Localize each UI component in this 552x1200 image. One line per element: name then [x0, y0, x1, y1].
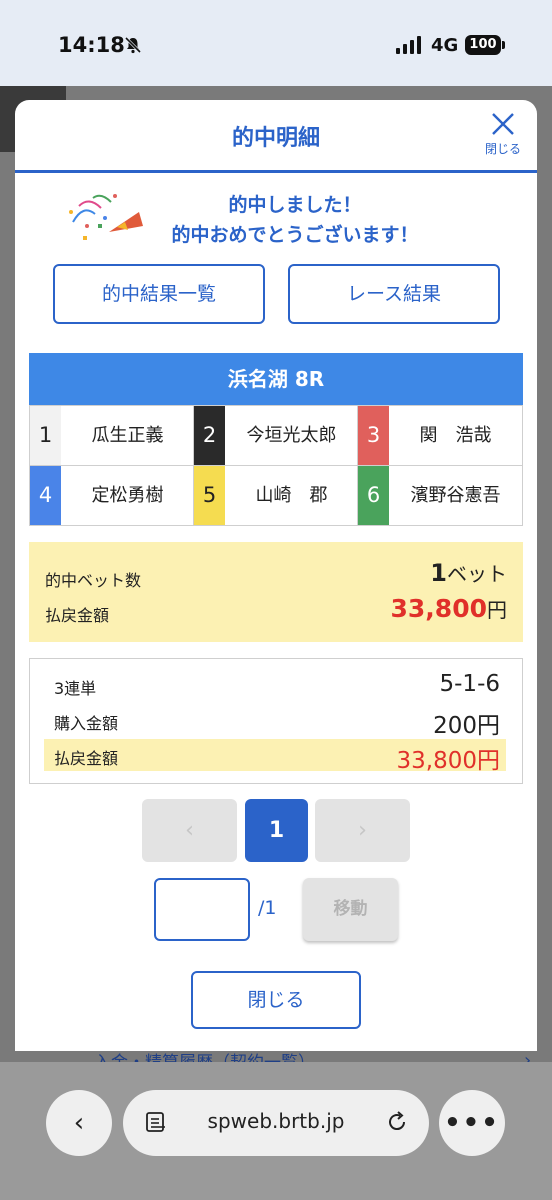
racer-number: 2 [194, 406, 225, 465]
status-time: 14:18 [58, 33, 125, 57]
modal-title: 的中明細 [231, 126, 320, 151]
racer-cell: 3 関 浩哉 [358, 406, 522, 466]
bet-type-row: 3連単 5-1-6 [44, 669, 506, 701]
racer-name: 山崎 郡 [255, 485, 328, 506]
detail-payout-row: 払戻金額 33,800円 [44, 739, 506, 774]
racer-cell: 6 濱野谷憲吾 [358, 466, 522, 526]
hit-list-button[interactable]: 的中結果一覧 [53, 264, 265, 324]
status-bar: 14:18 4G 100 [0, 0, 552, 86]
hit-bets-unit: ベット [447, 562, 507, 586]
back-button[interactable]: ‹ [46, 1090, 112, 1156]
racer-name: 濱野谷憲吾 [410, 485, 501, 506]
racer-cell: 4 定松勇樹 [30, 466, 194, 526]
move-button[interactable]: 移動 [303, 878, 398, 941]
more-icon: ••• [444, 1108, 500, 1138]
hit-summary: 的中ベット数 1ベット 払戻金額 33,800円 [29, 542, 523, 642]
detail-payout-value: 33,800円 [396, 748, 500, 774]
hit-message-line1: 的中しました！ [228, 194, 362, 216]
racer-number: 4 [30, 466, 61, 525]
hit-bets-label: 的中ベット数 [45, 571, 142, 590]
payout-label: 払戻金額 [45, 606, 110, 625]
bet-detail: 3連単 5-1-6 購入金額 200円 払戻金額 33,800円 [29, 658, 523, 784]
racer-number: 5 [194, 466, 225, 525]
network-type: 4G [431, 35, 459, 56]
more-button[interactable]: ••• [439, 1090, 505, 1156]
close-button[interactable]: 閉じる [477, 110, 529, 162]
page-number-input[interactable] [154, 878, 250, 941]
bell-muted-icon [124, 36, 142, 54]
race-result-button[interactable]: レース結果 [288, 264, 500, 324]
payout-value: 33,800円 [391, 594, 507, 623]
hit-message-line2: 的中おめでとうございます！ [171, 224, 419, 246]
racer-cell: 2 今垣光太郎 [194, 406, 358, 466]
bet-type-label: 3連単 [54, 679, 97, 698]
hit-bets-value: 1ベット [430, 558, 507, 587]
url-text: spweb.brtb.jp [207, 1109, 345, 1133]
racer-cell: 1 瓜生正義 [30, 406, 194, 466]
hit-message: 的中しました！ 的中おめでとうございます！ [145, 190, 445, 250]
close-modal-button[interactable]: 閉じる [191, 971, 361, 1029]
bet-type-value: 5-1-6 [439, 671, 501, 697]
hit-bets-count: 1 [430, 559, 447, 587]
racer-name: 関 浩哉 [419, 425, 492, 446]
title-divider [15, 170, 537, 173]
address-bar[interactable]: spweb.brtb.jp [123, 1090, 429, 1156]
payout-unit: 円 [487, 598, 507, 622]
payout-amount: 33,800 [390, 594, 487, 623]
page-total: /1 [258, 897, 277, 919]
racer-cell: 5 山崎 郡 [194, 466, 358, 526]
current-page-button[interactable]: 1 [245, 799, 308, 862]
racer-table: 1 瓜生正義 2 今垣光太郎 3 関 浩哉 4 定松勇樹 5 山崎 郡 6 濱野… [29, 405, 523, 526]
party-popper-icon [69, 194, 143, 240]
purchase-row: 購入金額 200円 [44, 704, 506, 739]
racer-name: 定松勇樹 [91, 485, 164, 506]
racer-name: 今垣光太郎 [246, 425, 337, 446]
purchase-value: 200円 [433, 713, 500, 739]
racer-number: 1 [30, 406, 61, 465]
racer-name: 瓜生正義 [91, 425, 164, 446]
close-label: 閉じる [484, 142, 521, 156]
racer-number: 6 [358, 466, 389, 525]
hit-detail-modal: 的中明細 閉じる 的中しました！ 的中おめでとうございます！ 的中結果一覧 レー… [15, 100, 537, 1051]
browser-toolbar: ‹ spweb.brtb.jp ••• [0, 1062, 552, 1200]
detail-payout-label: 払戻金額 [54, 749, 119, 768]
battery-icon: 100 [465, 35, 505, 55]
purchase-label: 購入金額 [54, 714, 119, 733]
prev-page-button[interactable]: ‹ [142, 799, 237, 862]
signal-icon [396, 36, 421, 54]
next-page-button[interactable]: › [315, 799, 410, 862]
racer-number: 3 [358, 406, 389, 465]
chevron-left-icon: ‹ [73, 1108, 85, 1138]
close-icon [492, 113, 514, 135]
race-header: 浜名湖 8R [29, 353, 523, 405]
reload-icon[interactable] [385, 1110, 409, 1134]
